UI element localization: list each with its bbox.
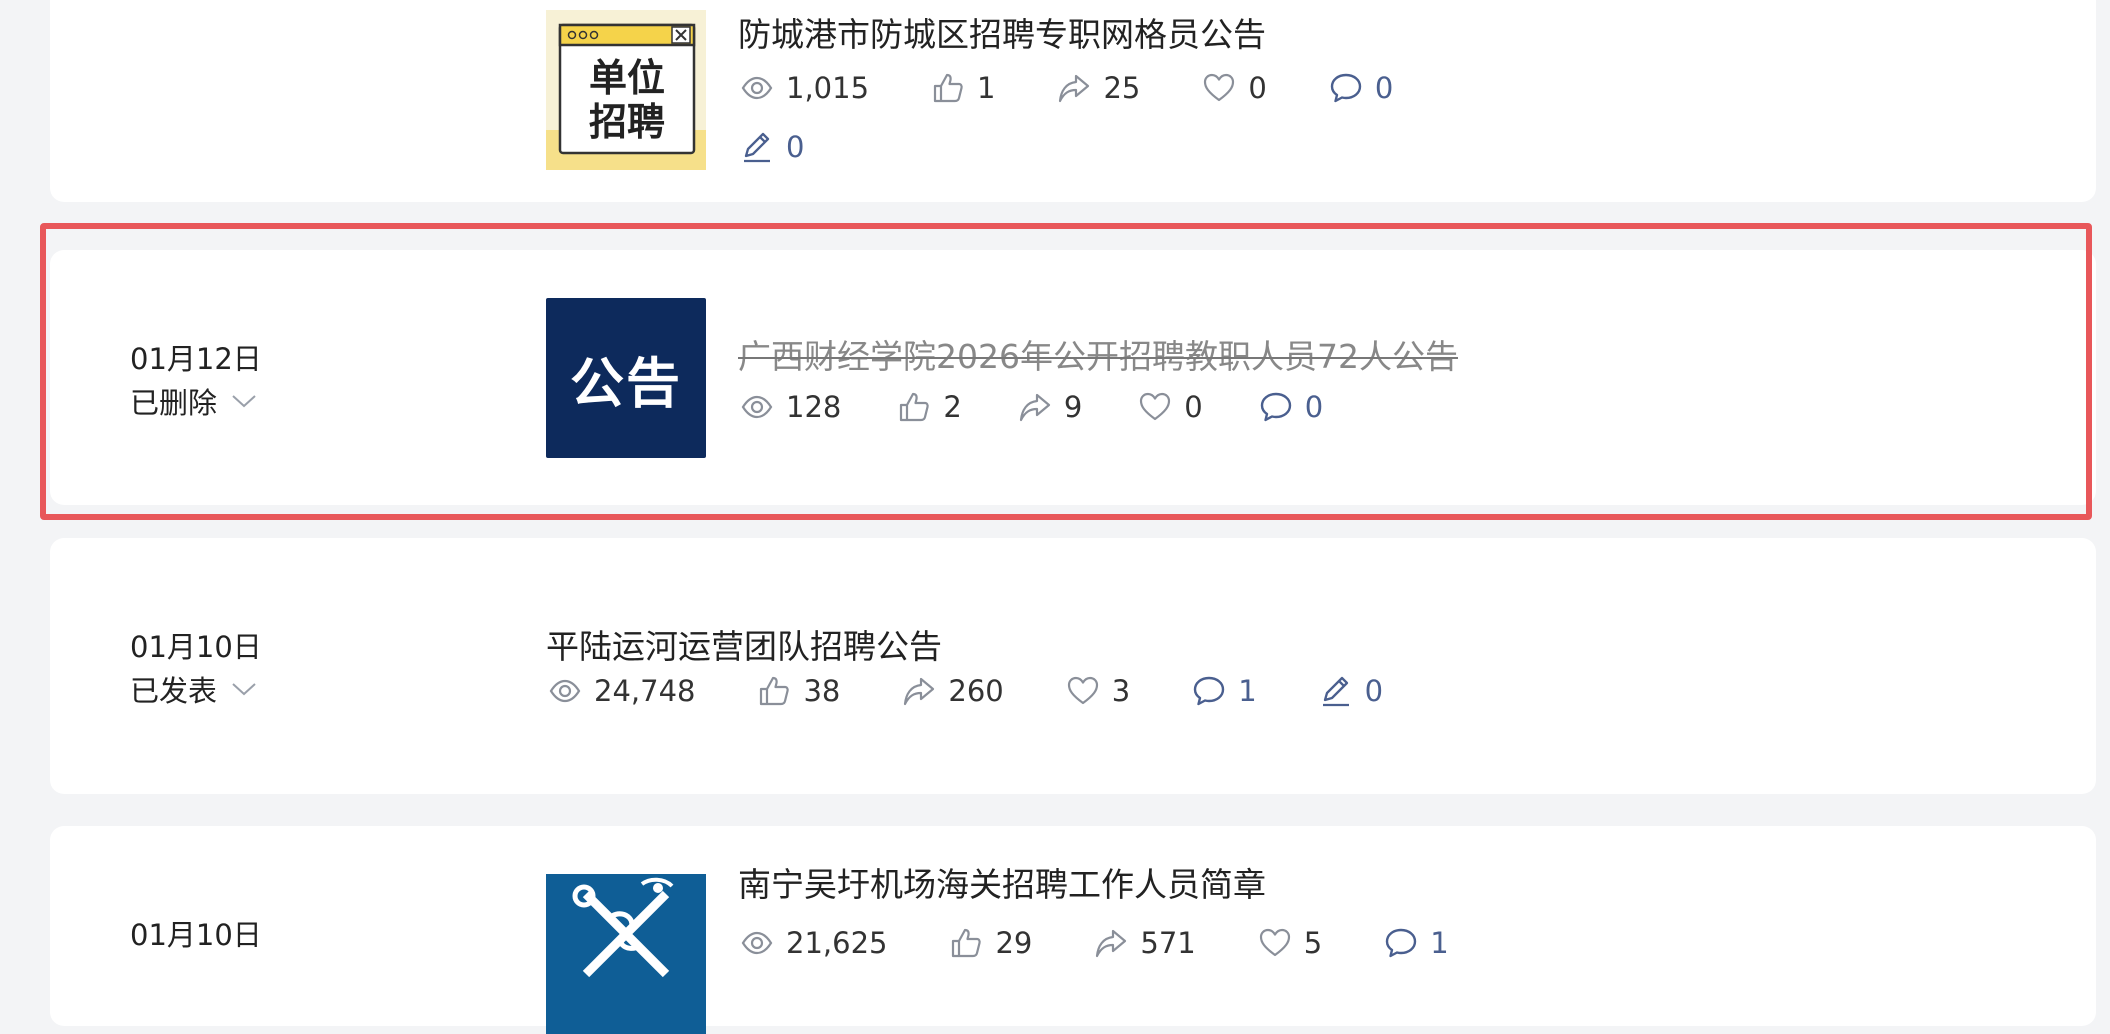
article-thumbnail[interactable]: 单位 招聘 bbox=[546, 10, 706, 170]
eye-icon bbox=[548, 674, 582, 708]
selection-highlight bbox=[40, 223, 2092, 520]
thumbs-up-icon bbox=[931, 71, 965, 105]
article-stats: 24,748 38 260 3 1 0 bbox=[548, 674, 1445, 708]
views-stat: 24,748 bbox=[548, 674, 695, 708]
thumb-text-line2: 招聘 bbox=[589, 100, 665, 144]
article-stats: 21,625 29 571 5 1 bbox=[740, 926, 1511, 960]
shares-stat: 260 bbox=[902, 674, 1004, 708]
share-icon bbox=[1094, 926, 1128, 960]
shares-stat: 571 bbox=[1094, 926, 1196, 960]
heart-icon bbox=[1066, 674, 1100, 708]
comments-stat[interactable]: 1 bbox=[1192, 674, 1257, 708]
notes-stat[interactable]: 0 bbox=[1319, 674, 1383, 708]
comment-icon bbox=[1192, 674, 1226, 708]
comments-stat[interactable]: 1 bbox=[1384, 926, 1449, 960]
article-title[interactable]: 防城港市防城区招聘专职网格员公告 bbox=[738, 8, 1266, 56]
article-date: 01月10日 bbox=[130, 918, 262, 952]
thumb-text-line1: 单位 bbox=[589, 56, 665, 100]
views-stat: 21,625 bbox=[740, 926, 887, 960]
article-stats: 1,015 1 25 0 0 bbox=[740, 71, 1455, 105]
favorites-stat: 0 bbox=[1202, 71, 1267, 105]
share-icon bbox=[1057, 71, 1091, 105]
eye-icon bbox=[740, 71, 774, 105]
pen-icon bbox=[740, 130, 774, 164]
customs-emblem-image bbox=[546, 874, 706, 1034]
notes-stat[interactable]: 0 bbox=[740, 130, 804, 164]
article-title[interactable]: 平陆运河运营团队招聘公告 bbox=[546, 620, 942, 668]
likes-stat: 1 bbox=[931, 71, 995, 105]
article-stats-row2: 0 bbox=[740, 130, 866, 164]
article-date: 01月10日 bbox=[130, 630, 262, 664]
comment-icon bbox=[1329, 71, 1363, 105]
pen-icon bbox=[1319, 674, 1353, 708]
share-icon bbox=[902, 674, 936, 708]
article-title[interactable]: 南宁吴圩机场海关招聘工作人员简章 bbox=[738, 858, 1266, 906]
views-stat: 1,015 bbox=[740, 71, 869, 105]
heart-icon bbox=[1258, 926, 1292, 960]
likes-stat: 29 bbox=[949, 926, 1032, 960]
article-card: 01月10日 南宁吴圩机场海关招聘工作人员简章 21,625 29 571 5 … bbox=[50, 826, 2096, 1034]
comments-stat[interactable]: 0 bbox=[1329, 71, 1393, 105]
thumbs-up-icon bbox=[949, 926, 983, 960]
article-card: 单位 招聘 防城港市防城区招聘专职网格员公告 1,015 1 25 0 0 0 bbox=[50, 0, 2096, 202]
thumbs-up-icon bbox=[757, 674, 791, 708]
recruitment-thumbnail-image: 单位 招聘 bbox=[546, 10, 706, 170]
favorites-stat: 5 bbox=[1258, 926, 1322, 960]
status-dropdown[interactable]: 已发表 bbox=[130, 668, 257, 710]
favorites-stat: 3 bbox=[1066, 674, 1130, 708]
heart-icon bbox=[1202, 71, 1236, 105]
article-card: 01月10日 已发表 平陆运河运营团队招聘公告 24,748 38 260 3 … bbox=[50, 538, 2096, 794]
chevron-down-icon bbox=[232, 683, 256, 696]
article-thumbnail[interactable] bbox=[546, 874, 706, 1034]
status-label: 已发表 bbox=[130, 674, 218, 708]
shares-stat: 25 bbox=[1057, 71, 1140, 105]
likes-stat: 38 bbox=[757, 674, 840, 708]
eye-icon bbox=[740, 926, 774, 960]
comment-icon bbox=[1384, 926, 1418, 960]
